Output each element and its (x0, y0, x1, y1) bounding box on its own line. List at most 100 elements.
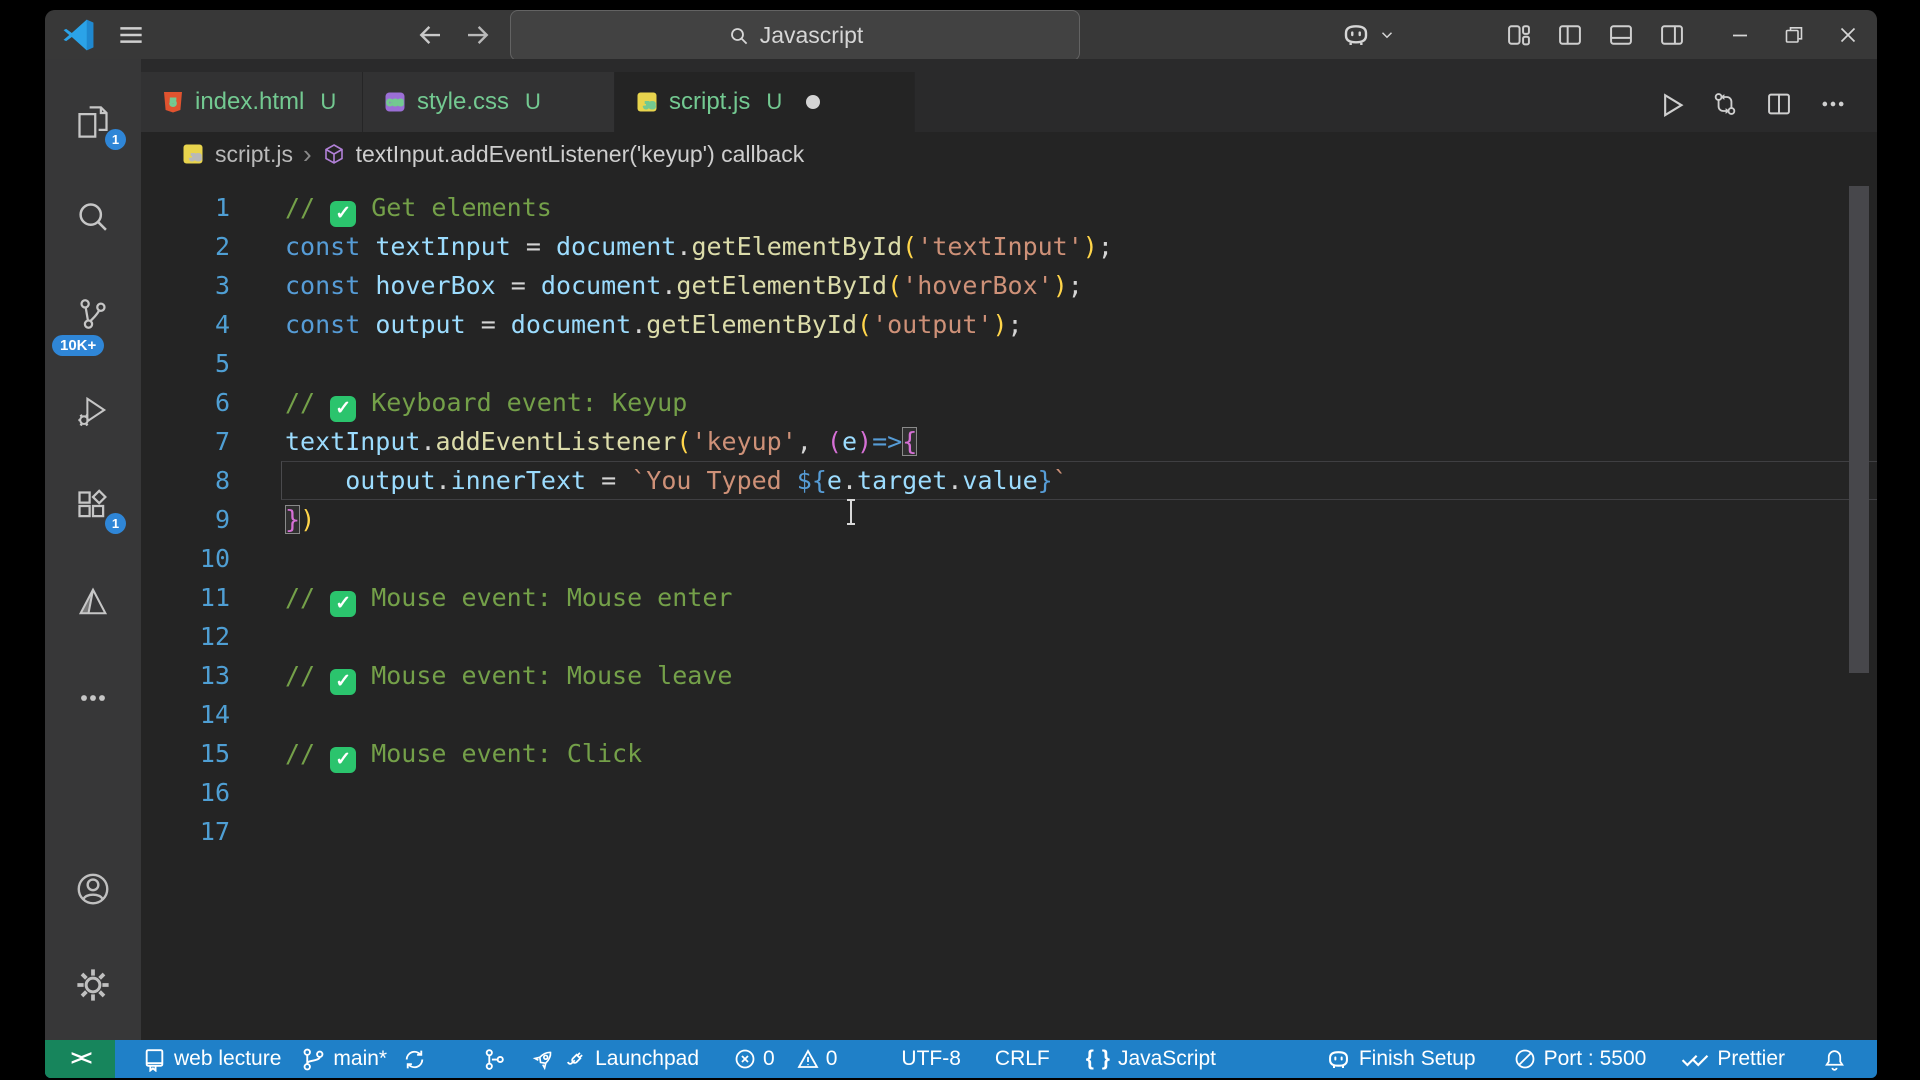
status-label: main* (333, 1047, 388, 1070)
status-graph[interactable] (482, 1047, 507, 1072)
split-editor-button[interactable] (1765, 90, 1793, 118)
warning-icon (796, 1047, 820, 1071)
close-icon[interactable] (1821, 23, 1875, 47)
activity-bar: 1 10K+ 1 (45, 59, 141, 1040)
scm-icon (75, 296, 111, 332)
copilot-menu-button[interactable] (1340, 10, 1396, 59)
code-line-17[interactable]: 17 (141, 812, 1877, 851)
token: 'hoverBox' (902, 271, 1053, 300)
breadcrumb[interactable]: JS script.js › textInput.addEventListene… (141, 132, 1877, 176)
tab-script.js[interactable]: JS script.js U (615, 72, 915, 132)
code-line-4[interactable]: 4 const output = document.getElementById(… (141, 305, 1877, 344)
code-line-8[interactable]: 8 output.innerText = `You Typed ${e.targ… (141, 461, 1877, 500)
line-number[interactable]: 13 (141, 656, 230, 695)
code-line-10[interactable]: 10 (141, 539, 1877, 578)
code-line-1[interactable]: 1// ✓ Get elements (141, 188, 1877, 227)
activity-run-debug[interactable] (45, 362, 141, 458)
line-number[interactable]: 6 (141, 383, 230, 422)
token: . (420, 427, 436, 456)
code-editor[interactable]: 1// ✓ Get elements 2 const textInput = doc… (141, 176, 1877, 1040)
status-bell[interactable] (1822, 1047, 1847, 1072)
token: output (345, 466, 436, 495)
status-finish-setup[interactable]: Finish Setup (1325, 1046, 1476, 1073)
line-number[interactable]: 8 (141, 461, 230, 500)
token: const (285, 310, 361, 339)
toggle-secondary-sidebar-icon[interactable] (1646, 21, 1697, 49)
activity-search[interactable] (45, 170, 141, 266)
line-number[interactable]: 5 (141, 344, 230, 383)
line-number[interactable]: 3 (141, 266, 230, 305)
line-number[interactable]: 2 (141, 227, 230, 266)
code-line-6[interactable]: 6// ✓ Keyboard event: Keyup (141, 383, 1877, 422)
status-eol[interactable]: CRLF (995, 1047, 1050, 1071)
activity-source-control[interactable]: 10K+ (45, 266, 141, 362)
token: ( (826, 427, 842, 456)
breadcrumb-symbol[interactable]: textInput.addEventListener('keyup') call… (356, 141, 805, 168)
status-prettier[interactable]: Prettier (1680, 1046, 1785, 1072)
back-arrow-icon[interactable] (415, 10, 445, 59)
line-text (230, 617, 285, 656)
line-number[interactable]: 7 (141, 422, 230, 461)
forward-arrow-icon[interactable] (463, 10, 493, 59)
activity-settings[interactable] (45, 937, 141, 1033)
toggle-panel-icon[interactable] (1595, 21, 1646, 49)
line-number[interactable]: 12 (141, 617, 230, 656)
status-encoding[interactable]: UTF-8 (901, 1047, 961, 1071)
code-line-13[interactable]: 13// ✓ Mouse event: Mouse leave (141, 656, 1877, 695)
run-file-button[interactable] (1657, 90, 1685, 118)
line-number[interactable]: 10 (141, 539, 230, 578)
status-language[interactable]: { } JavaScript (1086, 1047, 1216, 1071)
activity-more[interactable] (45, 650, 141, 746)
line-number[interactable]: 1 (141, 188, 230, 227)
activity-explorer[interactable]: 1 (45, 74, 141, 170)
line-text (230, 812, 285, 851)
check-icon: ✓ (330, 669, 357, 695)
code-line-15[interactable]: 15// ✓ Mouse event: Click (141, 734, 1877, 773)
command-center-search[interactable]: Javascript (510, 10, 1080, 61)
token: addEventListener (435, 427, 677, 456)
toggle-sidebar-icon[interactable] (1544, 21, 1595, 49)
code-line-16[interactable]: 16 (141, 773, 1877, 812)
status-launchpad[interactable]: Launchpad (531, 1047, 699, 1072)
status-port[interactable]: Port : 5500 (1513, 1047, 1646, 1071)
minimize-icon[interactable] (1713, 23, 1767, 47)
code-line-11[interactable]: 11// ✓ Mouse event: Mouse enter (141, 578, 1877, 617)
activity-accounts[interactable] (45, 841, 141, 937)
status-web-lecture[interactable]: web lecture (142, 1047, 281, 1072)
status-branch[interactable]: main* (301, 1047, 387, 1072)
menu-icon[interactable] (115, 10, 147, 59)
line-number[interactable]: 16 (141, 773, 230, 812)
line-number[interactable]: 15 (141, 734, 230, 773)
code-line-14[interactable]: 14 (141, 695, 1877, 734)
open-changes-button[interactable] (1711, 90, 1739, 118)
code-line-3[interactable]: 3 const hoverBox = document.getElementByI… (141, 266, 1877, 305)
token: getElementById (676, 271, 888, 300)
code-line-12[interactable]: 12 (141, 617, 1877, 656)
status-problems[interactable]: 00 (733, 1047, 837, 1071)
copilot-icon (1325, 1046, 1352, 1073)
code-line-7[interactable]: 7 textInput.addEventListener('keyup', (e)… (141, 422, 1877, 461)
status-sync[interactable] (402, 1047, 427, 1072)
badge: 1 (105, 129, 126, 150)
line-number[interactable]: 9 (141, 500, 230, 539)
activity-prism[interactable] (45, 554, 141, 650)
code-line-2[interactable]: 2 const textInput = document.getElementBy… (141, 227, 1877, 266)
token: e (826, 466, 842, 495)
line-number[interactable]: 14 (141, 695, 230, 734)
editor-scrollbar[interactable] (1849, 186, 1869, 673)
remote-indicator[interactable]: >< (45, 1040, 115, 1078)
more-actions-button[interactable] (1819, 90, 1847, 118)
tab-index.html[interactable]: 5 index.html U (141, 72, 363, 132)
breadcrumb-file[interactable]: script.js (215, 141, 293, 168)
unsaved-dot-icon[interactable] (806, 95, 821, 109)
code-line-9[interactable]: 9}) (141, 500, 1877, 539)
line-number[interactable]: 11 (141, 578, 230, 617)
tab-style.css[interactable]: CSS style.css U (363, 72, 615, 132)
line-number[interactable]: 17 (141, 812, 230, 851)
line-number[interactable]: 4 (141, 305, 230, 344)
restore-icon[interactable] (1767, 23, 1821, 47)
customize-layout-icon[interactable] (1493, 21, 1544, 49)
activity-extensions[interactable]: 1 (45, 458, 141, 554)
code-line-5[interactable]: 5 (141, 344, 1877, 383)
